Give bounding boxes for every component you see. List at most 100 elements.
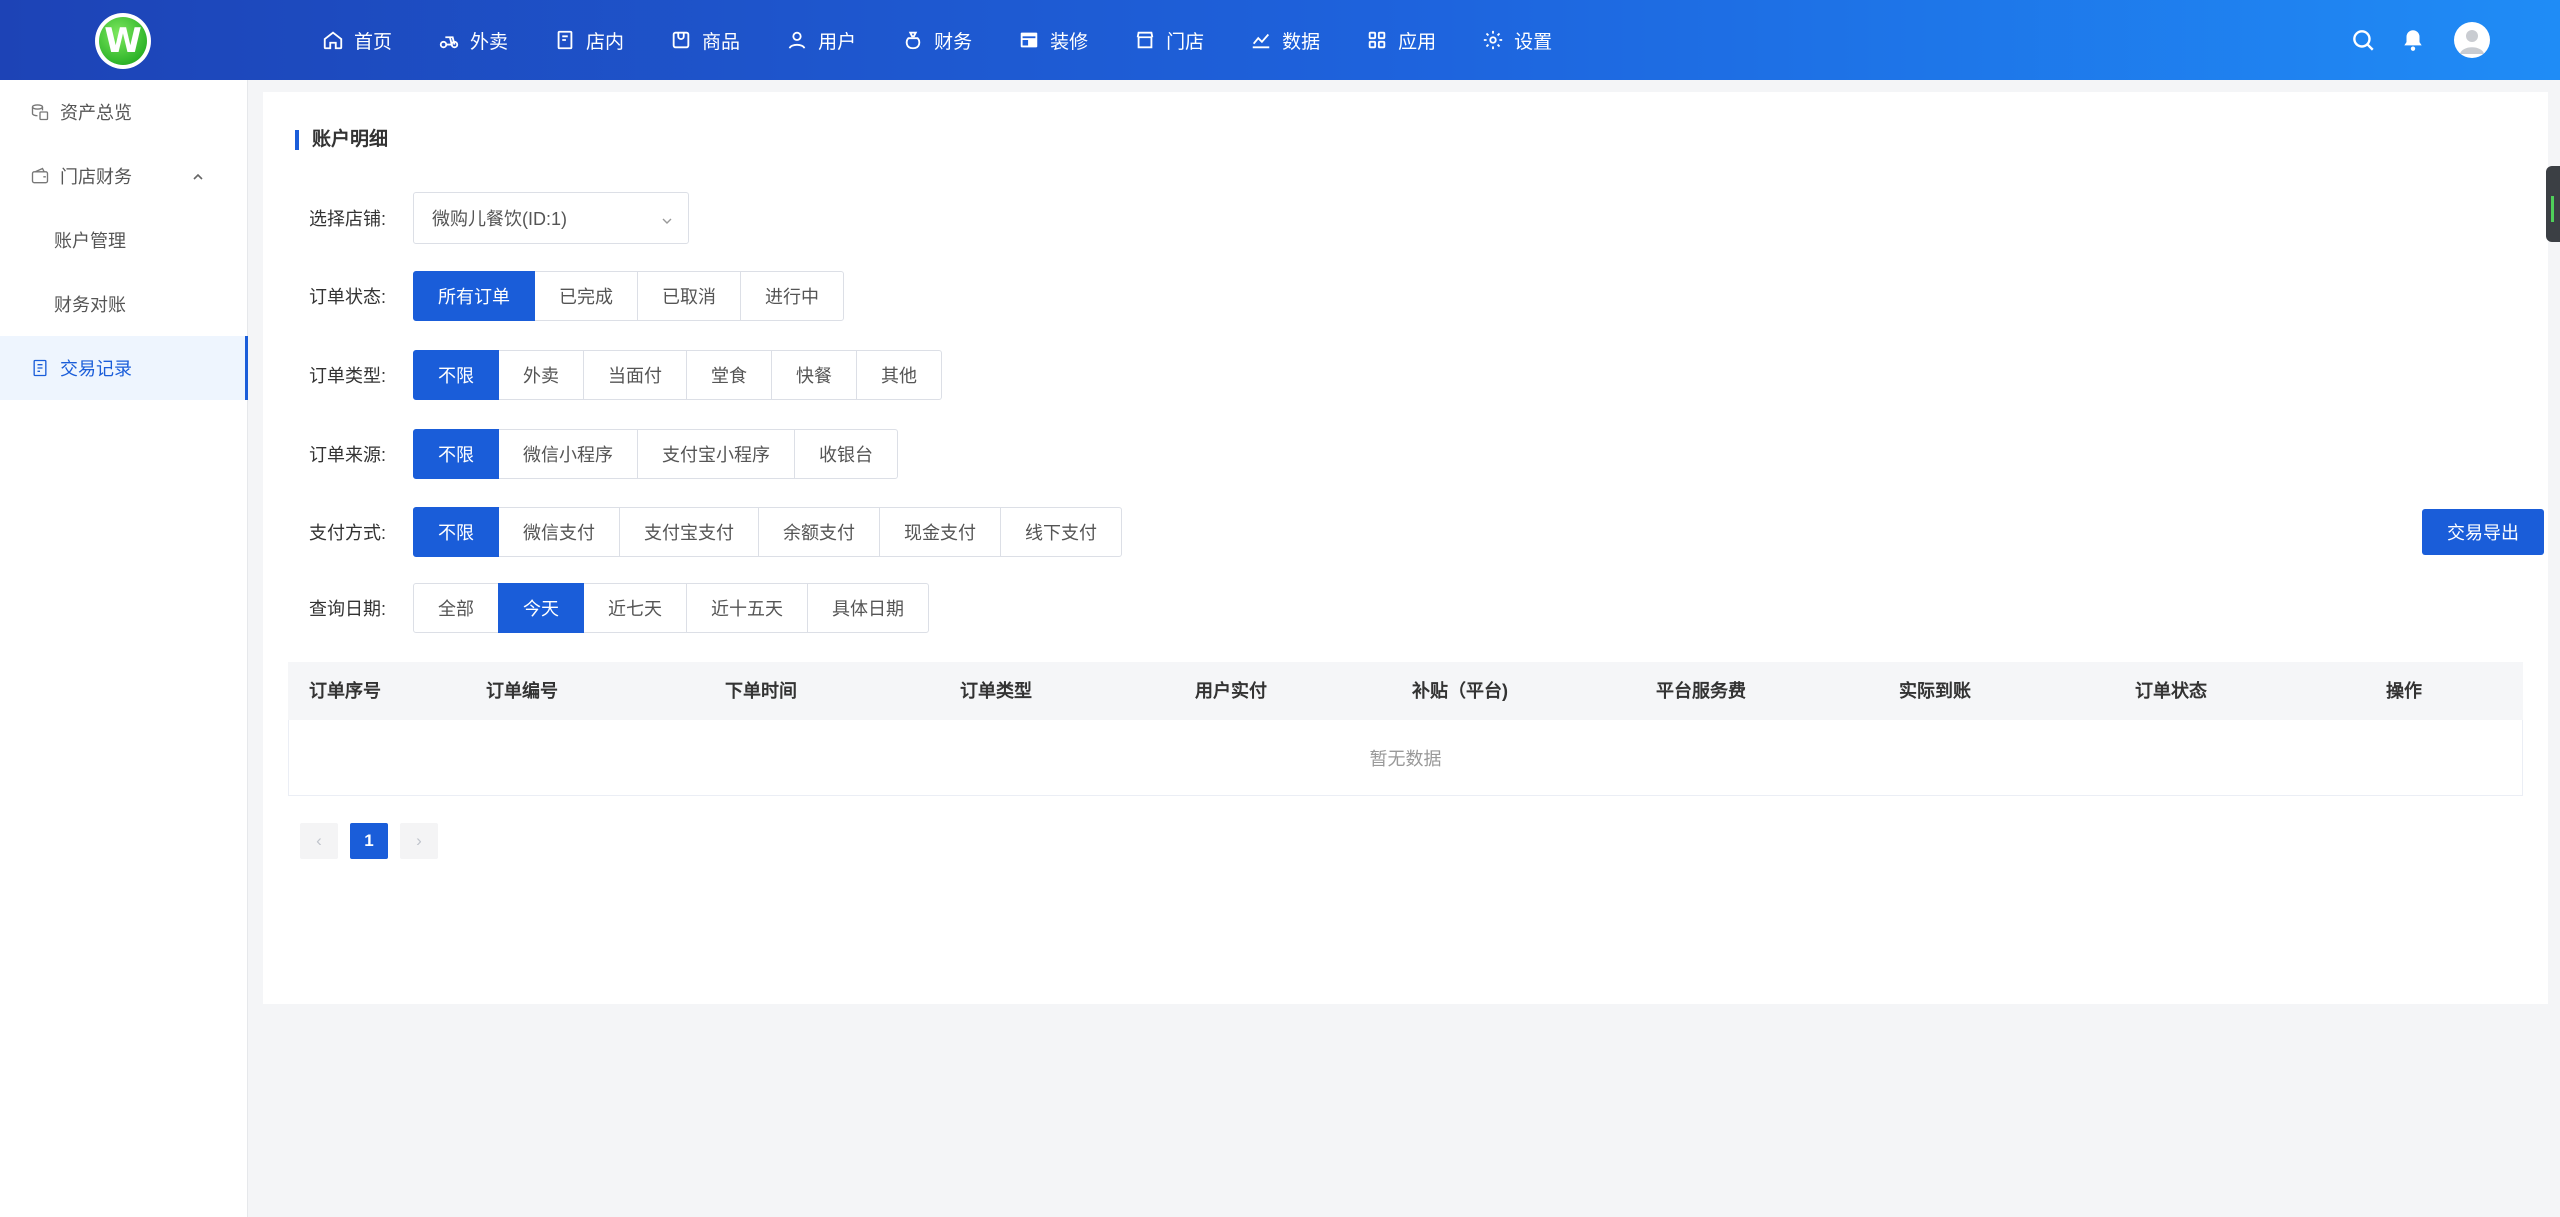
prev-page-button[interactable]: ‹ [300,823,338,859]
filter-option[interactable]: 今天 [498,583,584,633]
filter-option[interactable]: 其他 [856,350,942,400]
nav-item-dine-in[interactable]: 店内 [554,0,624,80]
date-button-group: 全部 今天 近七天 近十五天 具体日期 [413,583,929,633]
filter-label: 查询日期: [309,599,387,619]
top-header: W 首页 外卖 店内 商品 用户 财务 装修 门店 数据 应用 设置 [0,0,2560,80]
bell-icon[interactable] [2400,27,2426,53]
sidebar-item-label: 交易记录 [60,359,132,379]
avatar[interactable] [2454,22,2490,58]
date-filter-row: 查询日期: 全部 今天 近七天 近十五天 具体日期 [309,583,929,633]
user-icon [786,29,808,51]
sidebar-item-store-finance[interactable]: 门店财务 [0,144,247,208]
scooter-icon [438,29,460,51]
sidebar-item-reconciliation[interactable]: 财务对账 [0,272,247,336]
main-card: 账户明细 选择店铺: 微购儿餐饮(ID:1) 订单状态: 所有订单 已完成 已取… [263,92,2548,1004]
filter-option[interactable]: 微信小程序 [498,429,638,479]
filter-option[interactable]: 已完成 [534,271,638,321]
column-header: 订单序号 [309,681,381,701]
column-header: 订单编号 [486,681,558,701]
nav-label: 装修 [1050,31,1089,53]
payment-button-group: 不限 微信支付 支付宝支付 余额支付 现金支付 线下支付 [413,507,1122,557]
column-header: 平台服务费 [1656,681,1746,701]
export-transactions-button[interactable]: 交易导出 [2422,509,2544,555]
filter-option[interactable]: 具体日期 [807,583,929,633]
store-filter-row: 选择店铺: 微购儿餐饮(ID:1) [309,192,689,244]
receipt-icon [30,358,50,378]
table-header: 订单序号 订单编号 下单时间 订单类型 用户实付 补贴（平台) 平台服务费 实际… [288,662,2523,720]
filter-option[interactable]: 现金支付 [879,507,1001,557]
status-filter-row: 订单状态: 所有订单 已完成 已取消 进行中 [309,271,844,321]
store-inside-icon [554,29,576,51]
filter-label: 支付方式: [309,523,387,543]
filter-option[interactable]: 已取消 [637,271,741,321]
nav-item-stores[interactable]: 门店 [1134,0,1204,80]
nav-item-decorate[interactable]: 装修 [1018,0,1088,80]
filter-label: 订单状态: [309,287,387,307]
sidebar-item-label: 门店财务 [60,167,132,187]
type-button-group: 不限 外卖 当面付 堂食 快餐 其他 [413,350,942,400]
nav-label: 外卖 [470,31,509,53]
filter-option[interactable]: 进行中 [740,271,844,321]
chart-icon [1250,29,1272,51]
store-select[interactable]: 微购儿餐饮(ID:1) [413,192,689,244]
column-header: 下单时间 [725,681,797,701]
sidebar-item-transactions[interactable]: 交易记录 [0,336,248,400]
sidebar-item-account-management[interactable]: 账户管理 [0,208,247,272]
sidebar-item-label: 资产总览 [60,103,132,123]
search-icon[interactable] [2350,27,2376,53]
nav-label: 用户 [818,31,857,53]
app-logo[interactable]: W [95,13,151,69]
coins-icon [30,102,50,122]
apps-icon [1366,29,1388,51]
header-actions [2326,0,2490,80]
type-filter-row: 订单类型: 不限 外卖 当面付 堂食 快餐 其他 [309,350,942,400]
chevron-up-icon[interactable] [191,168,205,182]
filter-option[interactable]: 不限 [413,350,499,400]
filter-label: 订单类型: [309,366,387,386]
filter-option[interactable]: 近七天 [583,583,687,633]
main-nav: 首页 外卖 店内 商品 用户 财务 装修 门店 数据 应用 设置 [322,0,1598,80]
nav-item-home[interactable]: 首页 [322,0,392,80]
filter-option[interactable]: 收银台 [794,429,898,479]
filter-option[interactable]: 堂食 [686,350,772,400]
filter-option[interactable]: 当面付 [583,350,687,400]
nav-item-data[interactable]: 数据 [1250,0,1320,80]
nav-item-settings[interactable]: 设置 [1482,0,1552,80]
widget-indicator [2551,196,2554,222]
store-select-value: 微购儿餐饮(ID:1) [432,209,567,229]
filter-option[interactable]: 支付宝支付 [619,507,759,557]
nav-label: 门店 [1166,31,1205,53]
filter-option[interactable]: 支付宝小程序 [637,429,795,479]
filter-option[interactable]: 快餐 [771,350,857,400]
filter-option[interactable]: 不限 [413,429,499,479]
nav-item-users[interactable]: 用户 [786,0,856,80]
nav-item-delivery[interactable]: 外卖 [438,0,508,80]
filter-option[interactable]: 所有订单 [413,271,535,321]
nav-label: 应用 [1398,31,1437,53]
empty-state: 暂无数据 [288,720,2523,796]
filter-option[interactable]: 不限 [413,507,499,557]
home-icon [322,29,344,51]
filter-option[interactable]: 全部 [413,583,499,633]
nav-item-apps[interactable]: 应用 [1366,0,1436,80]
page-number-button[interactable]: 1 [350,823,388,859]
sidebar-item-asset-overview[interactable]: 资产总览 [0,80,247,144]
column-header: 订单状态 [2135,681,2207,701]
filter-option[interactable]: 线下支付 [1000,507,1122,557]
filter-option[interactable]: 外卖 [498,350,584,400]
next-page-button[interactable]: › [400,823,438,859]
nav-label: 设置 [1514,31,1553,53]
payment-filter-row: 支付方式: 不限 微信支付 支付宝支付 余额支付 现金支付 线下支付 [309,507,1122,557]
filter-option[interactable]: 余额支付 [758,507,880,557]
sidebar-item-label: 财务对账 [54,295,126,315]
column-header: 用户实付 [1195,681,1267,701]
nav-item-finance[interactable]: 财务 [902,0,972,80]
nav-item-goods[interactable]: 商品 [670,0,740,80]
floating-side-widget[interactable] [2546,166,2560,242]
filter-option[interactable]: 近十五天 [686,583,808,633]
gear-icon [1482,29,1504,51]
pagination: ‹ 1 › [300,823,450,859]
source-filter-row: 订单来源: 不限 微信小程序 支付宝小程序 收银台 [309,429,898,479]
filter-option[interactable]: 微信支付 [498,507,620,557]
nav-label: 商品 [702,31,741,53]
